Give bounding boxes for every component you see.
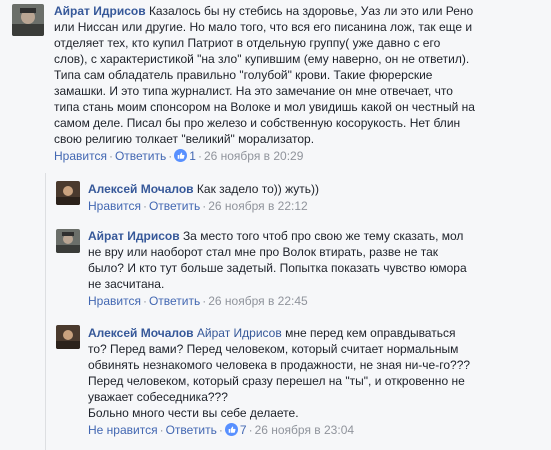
comment: Алексей Мочалов Как задело то)) жуть)) Н… xyxy=(88,181,543,213)
comment: Айрат Идрисов За место того чтоб про сво… xyxy=(88,228,543,308)
comment-actions: Не нравится · Ответить · 7 · 26 ноября в 23:04 xyxy=(88,423,355,439)
comment-text-line: обвинять незнакомого человека в продажно… xyxy=(88,358,471,372)
like-button[interactable]: Нравится xyxy=(88,294,141,308)
comment-text-line: самом деле. Писал бы про железо и собств… xyxy=(54,116,461,130)
avatar[interactable] xyxy=(12,4,44,36)
comment-author[interactable]: Айрат Идрисов xyxy=(54,4,146,18)
unlike-button[interactable]: Не нравится xyxy=(88,423,158,437)
comment-text-line: За место того чтоб про свою же тему сказ… xyxy=(182,229,464,243)
user-photo-icon xyxy=(56,181,80,205)
timestamp[interactable]: 26 ноября в 23:04 xyxy=(255,423,354,437)
reaction-count[interactable]: 7 xyxy=(240,423,247,437)
timestamp[interactable]: 26 ноября в 22:12 xyxy=(208,199,307,213)
comment: Айрат Идрисов Казалось бы ну стебись на … xyxy=(54,3,546,165)
comment-text-line: или Ниссан или другие. Но мало того, что… xyxy=(54,20,473,34)
comment-text-line: мне перед кем оправдываться xyxy=(285,326,456,340)
reply-button[interactable]: Ответить xyxy=(149,294,200,308)
like-button[interactable]: Нравится xyxy=(54,149,107,163)
comment-text-line: то? Перед вами? Перед человеком, который… xyxy=(88,342,459,356)
comment-text-line: было? И кто тут больше задетый. Попытка … xyxy=(88,261,467,275)
comment-text-line: свою религию толкает "великий" морализат… xyxy=(54,132,315,146)
thumbs-up-icon[interactable] xyxy=(224,423,238,439)
comment-mention[interactable]: Айрат Идрисов xyxy=(197,326,282,340)
comment-text-line: отделяет тех, кто купил Патриот в отдель… xyxy=(54,36,441,50)
comment-actions: Нравится · Ответить · 26 ноября в 22:12 xyxy=(88,199,308,213)
reply-thread-line xyxy=(45,173,46,450)
user-photo-icon xyxy=(56,325,80,349)
comment-author[interactable]: Алексей Мочалов xyxy=(88,182,194,196)
comment-text-line: уважает собеседника??? xyxy=(88,390,228,404)
timestamp[interactable]: 26 ноября в 20:29 xyxy=(204,149,303,163)
comment-author[interactable]: Айрат Идрисов xyxy=(88,229,180,243)
reply-button[interactable]: Ответить xyxy=(149,199,200,213)
reaction-count[interactable]: 1 xyxy=(189,149,196,163)
comment: Алексей Мочалов Айрат Идрисов мне перед … xyxy=(88,325,543,439)
comment-actions: Нравится · Ответить · 26 ноября в 22:45 xyxy=(88,294,308,308)
comment-text-line: типа стань моим спонсором на Волоке и мо… xyxy=(54,100,475,114)
comment-text-line: Перед человеком, который сразу перешел н… xyxy=(88,374,465,388)
comment-text-line: слов), с характеристикой "на зло" купивш… xyxy=(54,52,470,66)
avatar[interactable] xyxy=(56,325,80,349)
comment-text-line: Казалось бы ну стебись на здоровье, Уаз … xyxy=(148,4,474,18)
comment-author[interactable]: Алексей Мочалов xyxy=(88,326,194,340)
comment-text-line: Как задело то)) жуть)) xyxy=(196,182,320,196)
comment-text-line: Больно много чести вы себе делаете. xyxy=(88,406,299,420)
comment-text-line: Типа сам обладатель правильно "голубой" … xyxy=(54,68,433,82)
reply-button[interactable]: Ответить xyxy=(166,423,217,437)
avatar[interactable] xyxy=(56,181,80,205)
comment-actions: Нравится · Ответить · 1 · 26 ноября в 20:29 xyxy=(54,149,304,165)
user-photo-icon xyxy=(56,229,80,253)
avatar[interactable] xyxy=(56,229,80,253)
comment-text-line: не вру или наоборот стал мне про Волок в… xyxy=(88,245,438,259)
comment-text-line: замашки. И это типа журналист. На это за… xyxy=(54,84,453,98)
comment-text-line: не засчитана. xyxy=(88,277,165,291)
thumbs-up-icon[interactable] xyxy=(174,149,188,165)
user-photo-icon xyxy=(12,4,44,36)
like-button[interactable]: Нравится xyxy=(88,199,141,213)
reply-button[interactable]: Ответить xyxy=(115,149,166,163)
timestamp[interactable]: 26 ноября в 22:45 xyxy=(208,294,307,308)
